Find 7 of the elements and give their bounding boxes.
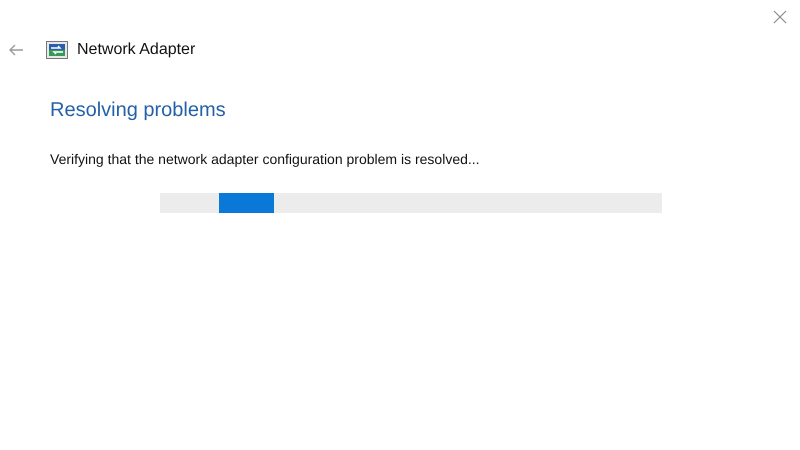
status-message: Verifying that the network adapter configuration problem is resolved... (50, 150, 481, 168)
close-icon (773, 10, 787, 24)
back-arrow-icon (8, 44, 24, 56)
window-title: Network Adapter (77, 41, 196, 59)
back-button[interactable] (7, 42, 25, 58)
network-adapter-icon (46, 41, 68, 59)
page-heading: Resolving problems (50, 98, 227, 122)
